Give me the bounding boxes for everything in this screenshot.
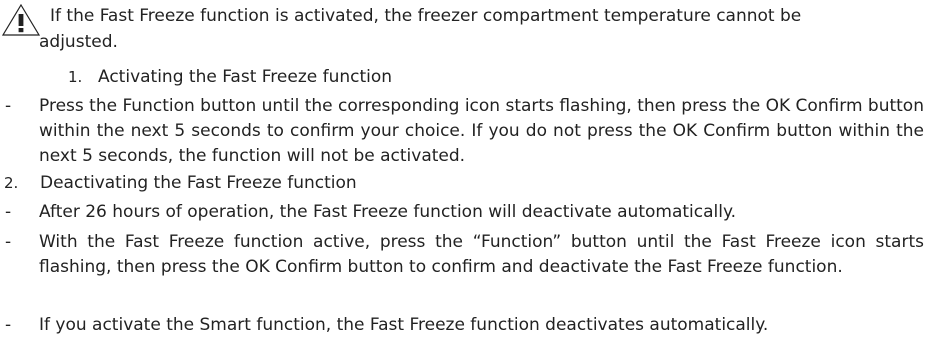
section-1-title: Activating the Fast Freeze function	[98, 67, 393, 87]
warning-text-line-1: If the Fast Freeze function is activated…	[50, 6, 802, 26]
manual-page: If the Fast Freeze function is activated…	[0, 0, 933, 350]
bullet-marker: -	[5, 96, 12, 116]
section-2-number: 2.	[4, 174, 19, 192]
bullet-text: Press the Function button until the corr…	[39, 96, 924, 166]
section-2-bullet-3: - If you activate the Smart function, th…	[0, 313, 933, 338]
bullet-text: If you activate the Smart function, the …	[39, 315, 769, 335]
section-2-bullet-1: - After 26 hours of operation, the Fast …	[0, 200, 933, 225]
bullet-text: After 26 hours of operation, the Fast Fr…	[39, 202, 737, 222]
bullet-text: With the Fast Freeze function active, pr…	[39, 232, 924, 277]
section-2-bullet-2: - With the Fast Freeze function active, …	[0, 230, 933, 305]
warning-triangle-icon	[2, 4, 40, 36]
section-1-bullet-1: - Press the Function button until the co…	[0, 94, 933, 169]
bullet-marker: -	[5, 315, 12, 335]
section-2-title: Deactivating the Fast Freeze function	[40, 173, 357, 193]
warning-text-line-2: adjusted.	[39, 32, 118, 52]
bullet-marker: -	[5, 232, 12, 252]
section-1-number: 1.	[68, 68, 83, 86]
bullet-marker: -	[5, 202, 12, 222]
